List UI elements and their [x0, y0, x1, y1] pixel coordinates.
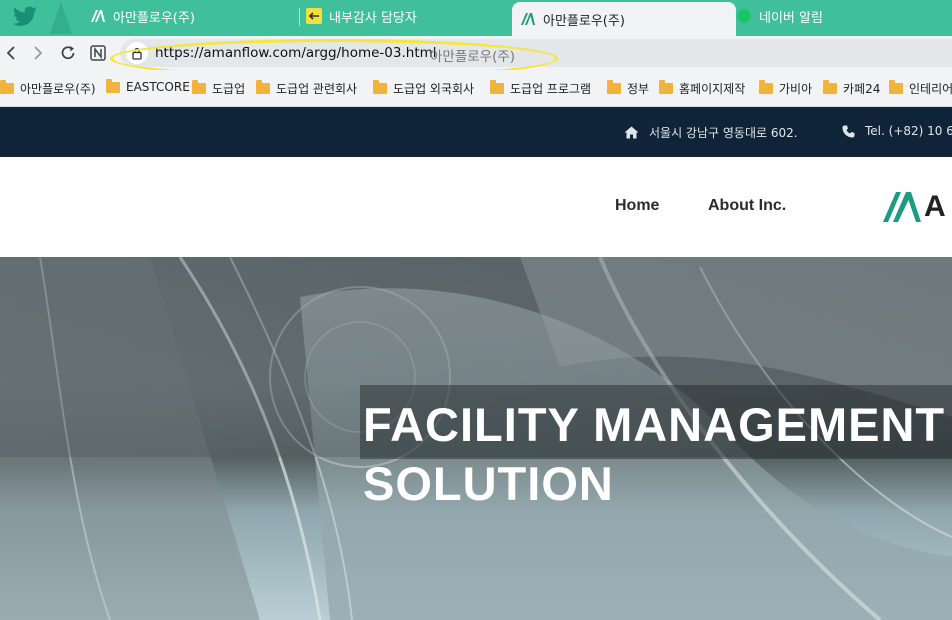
folder-icon: [490, 80, 504, 94]
bookmark-folder[interactable]: 카페24: [823, 80, 880, 97]
bookmark-label: 인테리어: [909, 82, 952, 96]
folder-icon: [373, 80, 387, 94]
tab-separator: [299, 8, 300, 26]
bookmark-label: 도급업 외국회사: [393, 82, 475, 96]
bookmark-folder[interactable]: 인테리어: [889, 80, 952, 97]
address-bar[interactable]: https://amanflow.com/argg/home-03.html 아…: [120, 39, 952, 67]
naver-bell-icon: [736, 8, 752, 24]
site-phone[interactable]: Tel. (+82) 10 686: [842, 124, 952, 138]
home-icon: [624, 126, 639, 139]
folder-icon: [192, 80, 206, 94]
page-title-hint: 아만플로우(주): [430, 49, 516, 65]
browser-toolbar: https://amanflow.com/argg/home-03.html 아…: [0, 36, 952, 70]
site-info-bar: 서울시 강남구 영동대로 602. Tel. (+82) 10 686: [0, 107, 952, 157]
twitter-icon[interactable]: [12, 6, 38, 28]
naver-home-button[interactable]: [87, 42, 109, 64]
folder-icon: [0, 80, 14, 94]
aman-logo-icon: [882, 191, 922, 223]
bookmark-label: 홈페이지제작: [679, 82, 746, 96]
site-header: Home About Inc. A: [0, 157, 952, 257]
logo-text: A: [924, 190, 946, 223]
phone-text: Tel. (+82) 10 686: [865, 124, 952, 138]
bookmarks-bar: 아만플로우(주) EASTCORE 도급업 도급업 관련회사 도급업 외국회사 …: [0, 70, 952, 107]
bookmark-folder[interactable]: 아만플로우(주): [0, 80, 96, 97]
bookmark-label: 도급업 관련회사: [276, 82, 358, 96]
bookmark-label: 정부: [627, 82, 650, 96]
nav-about[interactable]: About Inc.: [708, 197, 786, 215]
bookmark-folder[interactable]: 가비아: [759, 80, 812, 97]
bookmark-label: 카페24: [843, 82, 881, 96]
bookmark-label: 가비아: [779, 82, 813, 96]
bookmark-label: 아만플로우(주): [20, 82, 96, 96]
site-logo[interactable]: A: [882, 190, 946, 224]
folder-icon: [607, 80, 621, 94]
folder-icon: [759, 80, 773, 94]
tree-decoration-icon: [46, 0, 76, 36]
hero-banner: FACILITY MANAGEMENT SOLUTION: [0, 257, 952, 620]
hero-title-line2: SOLUTION: [363, 457, 614, 510]
tab-label: 아만플로우(주): [113, 10, 195, 26]
folder-icon: [106, 78, 120, 93]
folder-icon: [823, 80, 837, 94]
nav-home[interactable]: Home: [615, 197, 659, 215]
lock-icon[interactable]: [126, 42, 148, 64]
tab-naver-alarm[interactable]: 네이버 알림: [736, 0, 823, 32]
tab-label: 네이버 알림: [759, 10, 823, 26]
tab-label: 내부감사 담당자: [329, 10, 417, 26]
folder-icon: [889, 80, 903, 94]
bookmark-folder[interactable]: EASTCORE: [106, 78, 190, 94]
bookmark-folder[interactable]: 도급업 관련회사: [256, 80, 357, 97]
aman-logo-icon: [90, 8, 106, 24]
folder-icon: [659, 80, 673, 94]
hero-title-line1: FACILITY MANAGEMENT: [363, 398, 946, 451]
phone-icon: [842, 125, 855, 138]
forward-button[interactable]: [27, 42, 49, 64]
back-button[interactable]: [0, 42, 22, 64]
bookmark-folder[interactable]: 도급업 외국회사: [373, 80, 474, 97]
bookmark-folder[interactable]: 도급업: [192, 80, 245, 97]
tab-internal-audit[interactable]: 내부감사 담당자: [306, 0, 417, 32]
bookmark-folder[interactable]: 정부: [607, 80, 649, 97]
bookmark-folder[interactable]: 도급업 프로그램: [490, 80, 591, 97]
url-text[interactable]: https://amanflow.com/argg/home-03.html: [155, 45, 437, 61]
hero-title: FACILITY MANAGEMENT SOLUTION: [363, 395, 945, 513]
reload-button[interactable]: [57, 42, 79, 64]
tab-label: 아만플로우(주): [543, 13, 625, 29]
site-address: 서울시 강남구 영동대로 602.: [624, 124, 798, 141]
bookmark-label: EASTCORE: [126, 80, 190, 94]
tab-amanflow-1[interactable]: 아만플로우(주): [90, 0, 195, 32]
address-text: 서울시 강남구 영동대로 602.: [649, 126, 798, 140]
browser-tab-strip: 아만플로우(주) 내부감사 담당자 아만플로우(주) 네이버 알림: [0, 0, 952, 36]
yellow-arrow-icon: [306, 8, 322, 24]
bookmark-label: 도급업 프로그램: [510, 82, 592, 96]
folder-icon: [256, 80, 270, 94]
bookmark-label: 도급업: [212, 82, 246, 96]
tab-amanflow-active[interactable]: 아만플로우(주): [512, 2, 736, 36]
bookmark-folder[interactable]: 홈페이지제작: [659, 80, 745, 97]
aman-logo-icon: [520, 11, 536, 27]
